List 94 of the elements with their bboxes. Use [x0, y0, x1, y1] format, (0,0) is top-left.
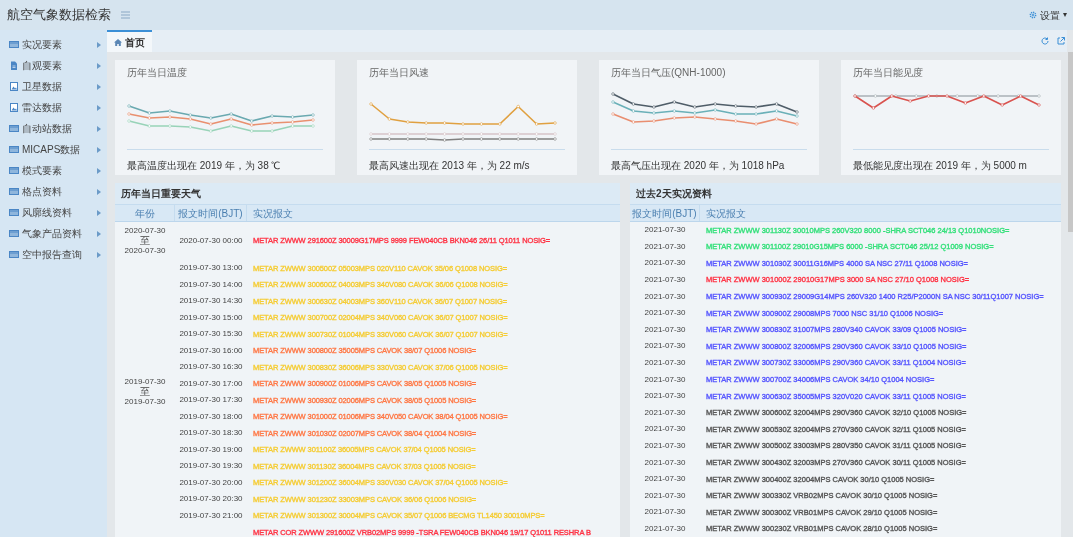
table-cell: 2019-07-30 15:00 — [179, 311, 243, 324]
settings-button[interactable]: 设置 ▾ — [1029, 7, 1067, 23]
chart-summary: 最高风速出现在 2013 年，为 22 m/s — [369, 159, 531, 173]
table-cell: 2021-07-30 — [644, 323, 686, 336]
table-cell: 2021-07-30 — [644, 423, 686, 436]
sidebar-item[interactable]: 格点资料 — [0, 181, 107, 202]
window-icon — [9, 166, 19, 175]
chevron-right-icon — [97, 251, 101, 258]
sidebar-item[interactable]: 雷达数据 — [0, 97, 107, 118]
table-cell: 2019-07-30 19:30 — [179, 460, 243, 473]
table-cell: 2021-07-30 — [644, 456, 686, 469]
chevron-right-icon — [97, 104, 101, 111]
table-cell: 2019-07-30 19:00 — [179, 443, 243, 456]
table-cell: 2019-07-30 17:30 — [179, 394, 243, 407]
window-icon — [9, 40, 19, 49]
table-cell: 2021-07-30 — [644, 406, 686, 419]
table-cell: 2021-07-30 — [644, 440, 686, 452]
sidebar-item[interactable]: 风廓线资料 — [0, 202, 107, 223]
table-cell: 2019-07-30 18:30 — [179, 427, 243, 440]
table-cell: 2019-07-30 至 2019-07-30 — [124, 377, 166, 407]
external-link-icon[interactable] — [1057, 37, 1065, 45]
document-icon — [9, 61, 19, 70]
chart-summary: 最低能见度出现在 2019 年，为 5000 m — [853, 159, 1028, 173]
home-tab[interactable]: 首页 — [107, 30, 152, 52]
chart-summary: 最高温度出现在 2019 年，为 38 ℃ — [127, 159, 282, 173]
table-cell: 2020-07-30 00:00 — [179, 235, 243, 247]
table-cell: 2019-07-30 20:00 — [179, 476, 243, 489]
table-cell: 2021-07-30 — [644, 274, 686, 287]
table-cell: 2019-07-30 14:30 — [179, 295, 243, 308]
sidebar-item[interactable]: 实况要素 — [0, 34, 107, 55]
image-icon — [9, 82, 19, 91]
window-icon — [9, 250, 19, 259]
table-cell: 2019-07-30 16:30 — [179, 361, 243, 374]
table-cell: 2021-07-30 — [644, 390, 686, 403]
chevron-right-icon — [97, 62, 101, 69]
panel-title: 历年当日重要天气 — [115, 183, 620, 205]
table-cell: 2021-07-30 — [644, 523, 686, 535]
table-cell: 2021-07-30 — [644, 473, 686, 486]
chart-summary: 最高气压出现在 2020 年，为 1018 hPa — [611, 159, 786, 173]
chevron-right-icon — [97, 146, 101, 153]
sidebar-item[interactable]: 空中报告查询 — [0, 244, 107, 265]
sidebar-item[interactable]: 气象产品资料 — [0, 223, 107, 244]
table-cell: 2021-07-30 — [644, 357, 686, 370]
table-cell: 2020-07-30 至 2020-07-30 — [124, 226, 166, 256]
chart-title: 历年当日温度 — [127, 68, 188, 78]
table-cell: 2021-07-30 — [644, 506, 686, 519]
table-cell: 2019-07-30 14:00 — [179, 278, 243, 291]
chevron-right-icon — [97, 41, 101, 48]
chevron-right-icon — [97, 83, 101, 90]
chart-title: 历年当日风速 — [369, 68, 430, 78]
chart-title: 历年当日气压(QNH-1000) — [611, 68, 727, 78]
column-header: 年份 — [115, 205, 175, 221]
sidebar-item[interactable]: 自动站数据 — [0, 118, 107, 139]
table-cell: 2019-07-30 21:00 — [179, 509, 243, 522]
table-cell: 2019-07-30 18:00 — [179, 410, 243, 423]
image-icon — [9, 103, 19, 112]
table-cell: 2019-07-30 20:30 — [179, 493, 243, 506]
column-header: 报文时间(BJT) — [175, 205, 247, 221]
chevron-right-icon — [97, 125, 101, 132]
table-cell: 2021-07-30 — [644, 489, 686, 502]
table-cell: 2021-07-30 — [644, 240, 686, 253]
table-cell: 2021-07-30 — [644, 340, 686, 353]
sidebar-item[interactable]: 自观要素 — [0, 55, 107, 76]
chevron-right-icon — [97, 188, 101, 195]
chart-title: 历年当日能见度 — [853, 68, 924, 78]
sidebar-item[interactable]: 模式要素 — [0, 160, 107, 181]
column-header: 实况报文 — [252, 206, 294, 221]
home-icon — [114, 38, 122, 46]
table-cell: 2021-07-30 — [644, 373, 686, 386]
settings-icon — [1029, 11, 1037, 19]
table-cell: 2021-07-30 — [644, 224, 686, 237]
table-cell: 2021-07-30 — [644, 257, 686, 270]
table-cell: 2019-07-30 15:30 — [179, 328, 243, 341]
chevron-right-icon — [97, 209, 101, 216]
window-icon — [9, 145, 19, 154]
sidebar-item[interactable]: 卫星数据 — [0, 76, 107, 97]
table-cell: 2019-07-30 13:00 — [179, 262, 243, 275]
sidebar-item[interactable]: MICAPS数据 — [0, 139, 107, 160]
chevron-right-icon — [97, 230, 101, 237]
window-icon — [9, 187, 19, 196]
app-title: 航空气象数据检索 — [7, 6, 111, 24]
table-cell: 2019-07-30 16:00 — [179, 344, 243, 357]
refresh-icon[interactable] — [1041, 37, 1049, 45]
window-icon — [9, 229, 19, 238]
chevron-right-icon — [97, 167, 101, 174]
window-icon — [9, 124, 19, 133]
column-header: 报文时间(BJT) — [630, 205, 700, 221]
table-cell: 2021-07-30 — [644, 290, 686, 303]
scrollbar-thumb[interactable] — [1068, 52, 1073, 232]
panel-title: 过去2天实况资料 — [630, 183, 1061, 205]
table-cell: 2019-07-30 17:00 — [179, 377, 243, 390]
window-icon — [9, 208, 19, 217]
column-header: 实况报文 — [705, 206, 747, 221]
table-cell: 2021-07-30 — [644, 307, 686, 320]
